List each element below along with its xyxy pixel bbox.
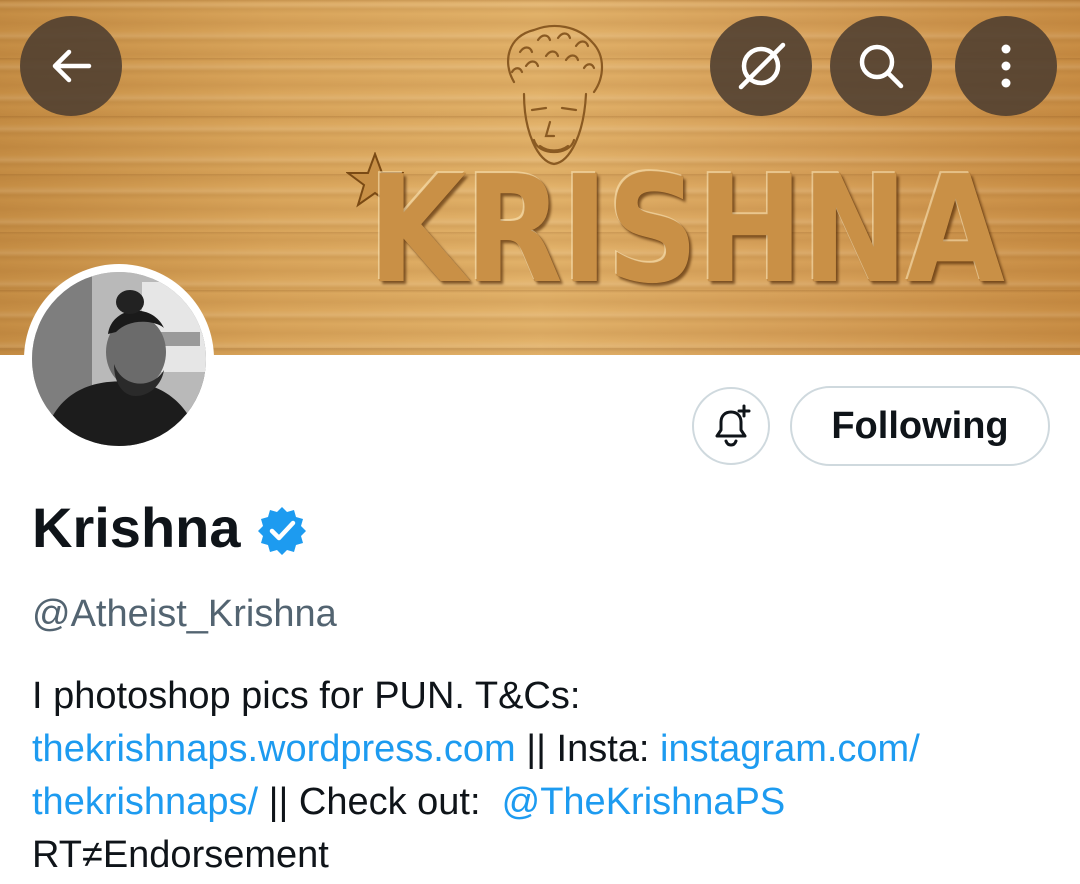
grok-icon [738, 42, 786, 90]
profile-handle: @Atheist_Krishna [32, 593, 337, 635]
back-arrow-icon [52, 49, 92, 83]
bio-line-2: thekrishnaps.wordpress.com || Insta: ins… [32, 723, 1062, 776]
bio-line-1: I photoshop pics for PUN. T&Cs: [32, 675, 581, 717]
notifications-button[interactable] [692, 387, 770, 465]
verified-badge-icon[interactable] [257, 505, 307, 555]
display-name: Krishna [32, 496, 241, 559]
bio-separator-2: || Check out: [258, 781, 502, 823]
back-button[interactable] [20, 16, 122, 116]
search-button[interactable] [830, 16, 932, 116]
following-button[interactable]: Following [790, 386, 1050, 466]
instagram-link[interactable]: instagram.com/ [660, 728, 920, 770]
more-vertical-icon [1001, 44, 1011, 88]
bell-plus-icon [715, 404, 751, 447]
bio-line-3: thekrishnaps/ || Check out: @TheKrishnaP… [32, 776, 1062, 829]
bio-line-4: RT≠Endorsement [32, 834, 329, 876]
more-button[interactable] [955, 16, 1057, 116]
avatar-photo [32, 272, 206, 446]
mention-link[interactable]: @TheKrishnaPS [502, 781, 786, 823]
display-name-row: Krishna [32, 496, 307, 560]
bio-separator-1: || Insta: [515, 728, 661, 770]
avatar[interactable] [24, 264, 214, 454]
profile-bio: I photoshop pics for PUN. T&Cs: thekrish… [32, 670, 1062, 882]
grok-button[interactable] [710, 16, 812, 116]
search-icon [859, 44, 904, 89]
banner-title: KRISHNA [368, 144, 1005, 316]
wordpress-link[interactable]: thekrishnaps.wordpress.com [32, 728, 516, 770]
avatar-portrait-graphic [32, 272, 206, 446]
instagram-link-continued[interactable]: thekrishnaps/ [32, 781, 258, 823]
